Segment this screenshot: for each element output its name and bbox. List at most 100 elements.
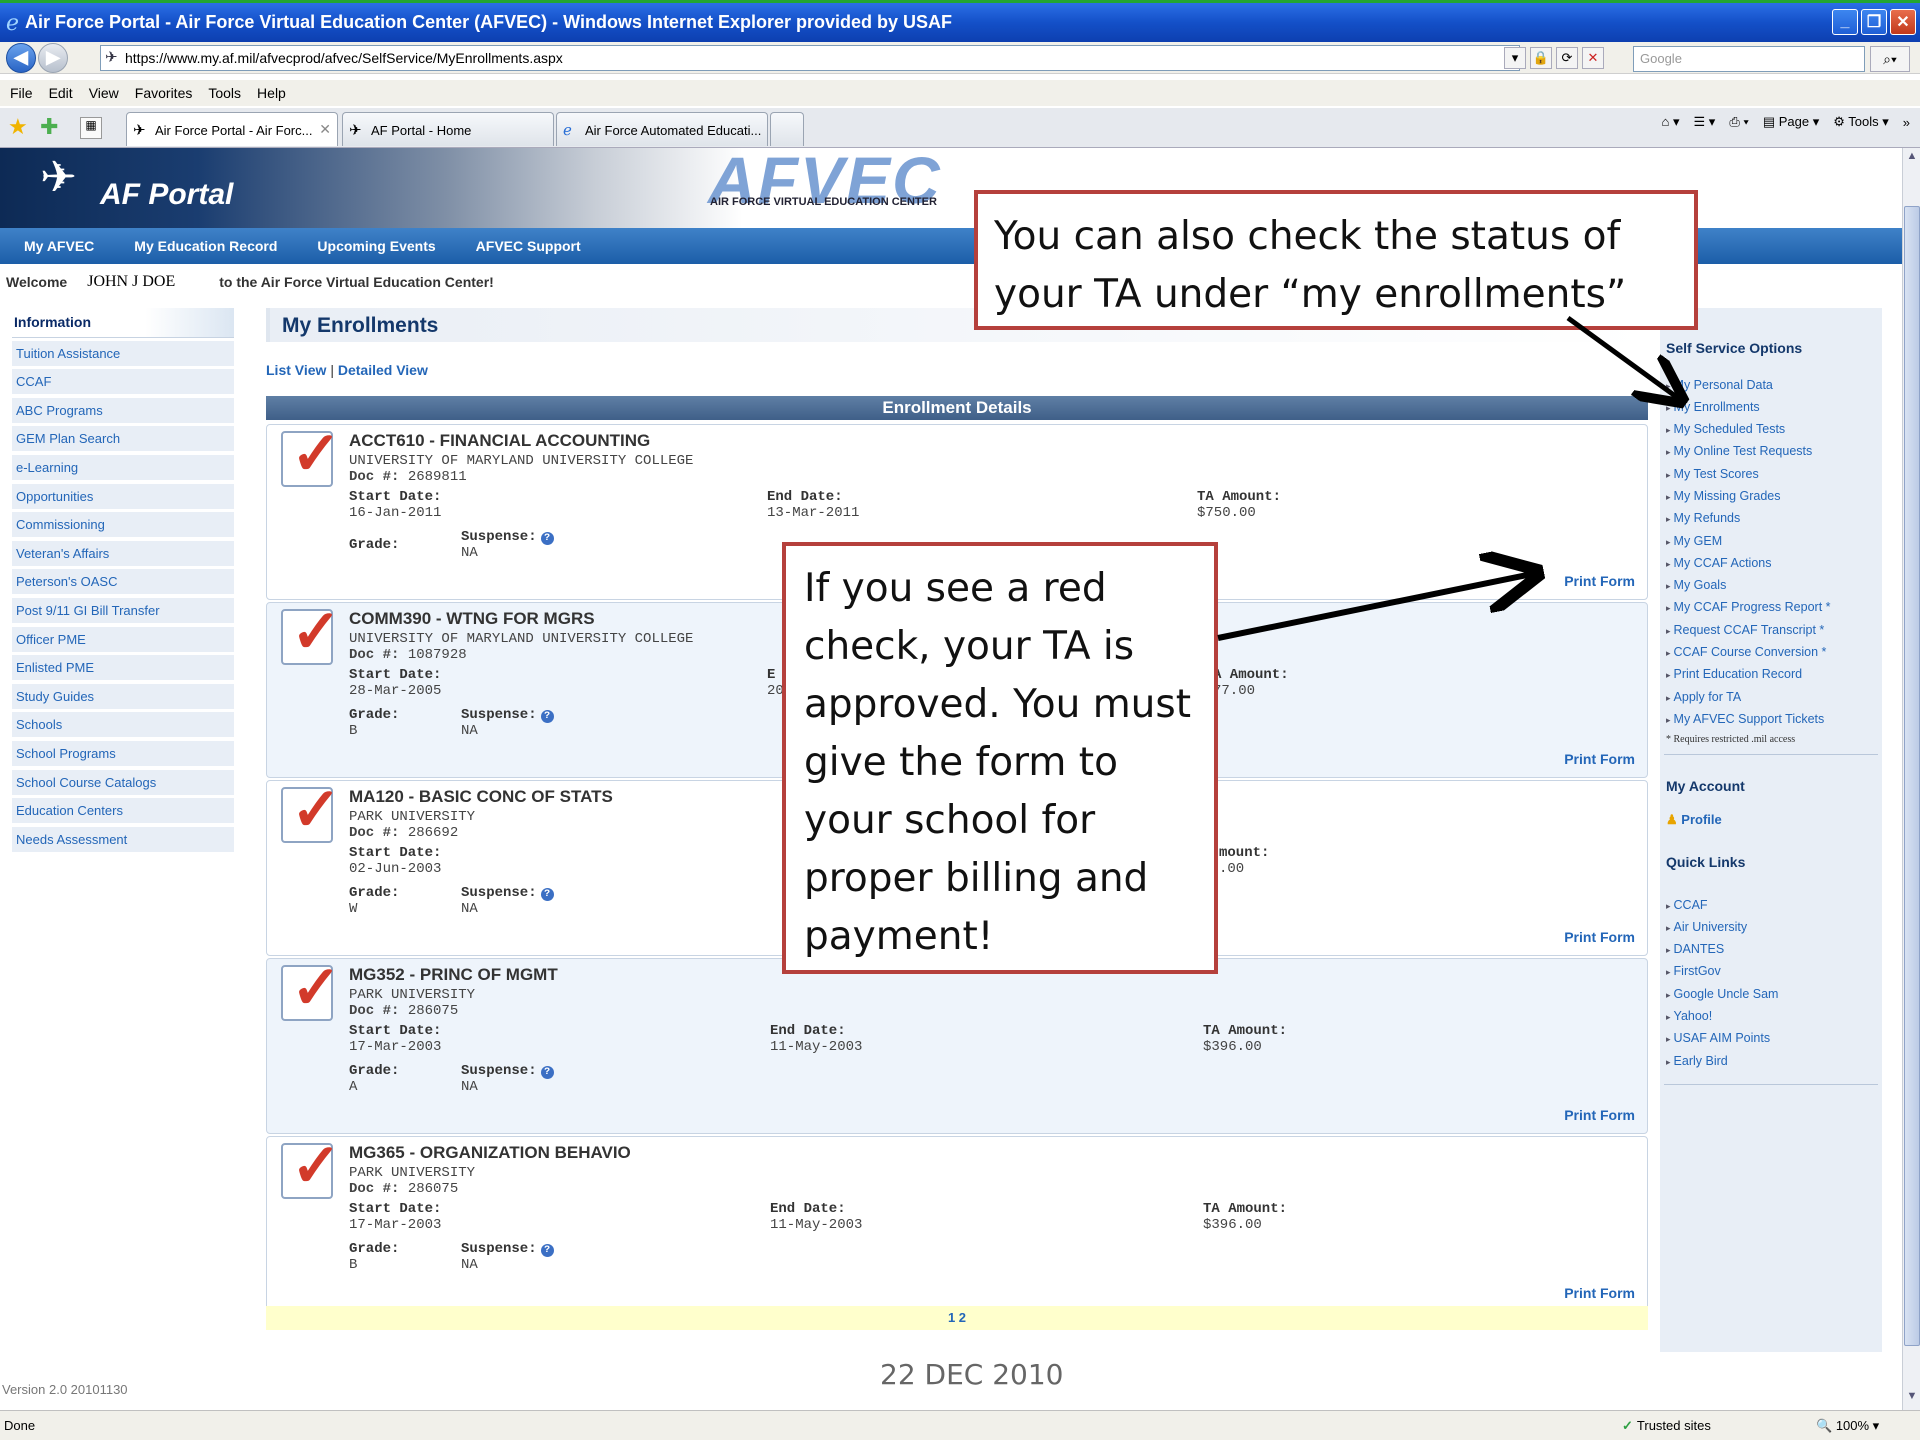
left-nav-item[interactable]: Officer PME <box>12 626 234 653</box>
left-nav-item[interactable]: ABC Programs <box>12 397 234 424</box>
doc-label: Doc #: <box>349 1181 400 1197</box>
pagination[interactable]: 1 2 <box>266 1306 1648 1330</box>
self-service-link[interactable]: Print Education Record <box>1666 667 1803 681</box>
self-service-link[interactable]: My AFVEC Support Tickets <box>1666 712 1825 726</box>
chevron-more-icon[interactable]: » <box>1903 115 1910 130</box>
left-nav-item[interactable]: Education Centers <box>12 798 234 825</box>
menu-favorites[interactable]: Favorites <box>135 85 193 101</box>
self-service-link[interactable]: My Missing Grades <box>1666 489 1781 503</box>
nav-upcoming-events[interactable]: Upcoming Events <box>317 238 435 254</box>
self-service-link[interactable]: Apply for TA <box>1666 690 1742 704</box>
scroll-thumb[interactable] <box>1904 206 1920 1346</box>
left-nav-item[interactable]: Opportunities <box>12 483 234 510</box>
zoom-level[interactable]: 🔍 100% ▾ <box>1816 1418 1879 1434</box>
scroll-down-icon[interactable]: ▼ <box>1904 1390 1920 1408</box>
help-icon[interactable]: ? <box>540 1066 554 1079</box>
home-icon[interactable]: ⌂ ▾ <box>1662 114 1680 130</box>
self-service-link[interactable]: My Enrollments <box>1666 400 1760 414</box>
quick-link[interactable]: Early Bird <box>1666 1054 1728 1068</box>
quick-link[interactable]: Google Uncle Sam <box>1666 987 1779 1001</box>
self-service-link[interactable]: My Personal Data <box>1666 378 1773 392</box>
self-service-link[interactable]: My Online Test Requests <box>1666 444 1813 458</box>
left-nav-item[interactable]: School Course Catalogs <box>12 769 234 796</box>
self-service-link[interactable]: My Goals <box>1666 578 1727 592</box>
quick-link[interactable]: Yahoo! <box>1666 1009 1713 1023</box>
quick-link[interactable]: CCAF <box>1666 898 1708 912</box>
left-nav-item[interactable]: CCAF <box>12 369 234 396</box>
quick-link[interactable]: FirstGov <box>1666 964 1721 978</box>
print-form-link[interactable]: Print Form <box>1564 751 1635 767</box>
close-tab-icon[interactable]: ✕ <box>319 121 331 138</box>
lock-icon[interactable]: 🔒 <box>1530 47 1552 69</box>
nav-my-education-record[interactable]: My Education Record <box>134 238 277 254</box>
quick-link[interactable]: USAF AIM Points <box>1666 1031 1771 1045</box>
search-input[interactable]: Google <box>1633 46 1865 72</box>
favorites-star-icon[interactable]: ★ <box>8 114 28 140</box>
detailed-view-link[interactable]: Detailed View <box>338 362 428 378</box>
left-nav-item[interactable]: Veteran's Affairs <box>12 540 234 567</box>
help-icon[interactable]: ? <box>540 1244 554 1257</box>
left-nav-item[interactable]: e-Learning <box>12 454 234 481</box>
left-nav-item[interactable]: Peterson's OASC <box>12 569 234 596</box>
tools-menu[interactable]: ⚙ Tools ▾ <box>1833 114 1889 130</box>
stop-icon[interactable]: ✕ <box>1582 47 1604 69</box>
self-service-link[interactable]: Request CCAF Transcript * <box>1666 623 1825 637</box>
left-nav-item[interactable]: Study Guides <box>12 683 234 710</box>
menu-view[interactable]: View <box>89 85 119 101</box>
print-icon[interactable]: ⎙ ▾ <box>1729 114 1748 130</box>
left-nav-item[interactable]: Enlisted PME <box>12 655 234 682</box>
help-icon[interactable]: ? <box>540 888 554 901</box>
search-icon[interactable]: ⌕▾ <box>1870 46 1910 72</box>
list-view-link[interactable]: List View <box>266 362 326 378</box>
quick-tabs-icon[interactable]: ▦ <box>80 117 102 139</box>
left-nav-item[interactable]: Tuition Assistance <box>12 340 234 367</box>
feeds-icon[interactable]: ☰ ▾ <box>1694 114 1716 130</box>
print-form-link[interactable]: Print Form <box>1564 929 1635 945</box>
print-form-link[interactable]: Print Form <box>1564 1285 1635 1301</box>
nav-afvec-support[interactable]: AFVEC Support <box>476 238 581 254</box>
help-icon[interactable]: ? <box>540 532 554 545</box>
add-favorites-icon[interactable]: ✚ <box>40 114 58 140</box>
left-nav-item[interactable]: Post 9/11 GI Bill Transfer <box>12 597 234 624</box>
profile-link[interactable]: ♟ Profile <box>1666 812 1722 828</box>
quick-link[interactable]: DANTES <box>1666 942 1725 956</box>
self-service-link[interactable]: My GEM <box>1666 534 1723 548</box>
left-nav-item[interactable]: Commissioning <box>12 512 234 539</box>
self-service-link[interactable]: My Scheduled Tests <box>1666 422 1786 436</box>
left-nav-item[interactable]: School Programs <box>12 740 234 767</box>
quick-link[interactable]: Air University <box>1666 920 1748 934</box>
af-portal-logo[interactable]: AF Portal <box>100 178 233 212</box>
close-window-button[interactable]: ✕ <box>1890 9 1916 35</box>
new-tab-button[interactable] <box>770 112 804 146</box>
menu-tools[interactable]: Tools <box>208 85 241 101</box>
self-service-link[interactable]: My Refunds <box>1666 511 1741 525</box>
menu-help[interactable]: Help <box>257 85 286 101</box>
print-form-link[interactable]: Print Form <box>1564 573 1635 589</box>
refresh-icon[interactable]: ⟳ <box>1556 47 1578 69</box>
left-nav-item[interactable]: Schools <box>12 712 234 739</box>
self-service-link[interactable]: My CCAF Actions <box>1666 556 1772 570</box>
dropdown-icon[interactable]: ▾ <box>1504 47 1526 69</box>
vertical-scrollbar[interactable]: ▲ ▼ <box>1902 148 1920 1410</box>
page-menu[interactable]: ▤ Page ▾ <box>1763 114 1819 130</box>
menu-file[interactable]: File <box>10 85 33 101</box>
tab-af-portal-home[interactable]: ✈ AF Portal - Home <box>342 112 554 146</box>
forward-button[interactable]: ▶ <box>38 42 68 73</box>
url-input[interactable]: ✈ https://www.my.af.mil/afvecprod/afvec/… <box>100 45 1520 71</box>
self-service-link[interactable]: CCAF Course Conversion * <box>1666 645 1827 659</box>
tab-afvec[interactable]: ✈ Air Force Portal - Air Forc... ✕ <box>126 112 338 146</box>
left-nav-item[interactable]: GEM Plan Search <box>12 426 234 453</box>
left-nav-item[interactable]: Needs Assessment <box>12 826 234 853</box>
menu-edit[interactable]: Edit <box>49 85 73 101</box>
self-service-link[interactable]: My CCAF Progress Report * <box>1666 600 1831 614</box>
scroll-up-icon[interactable]: ▲ <box>1904 150 1920 168</box>
nav-my-afvec[interactable]: My AFVEC <box>24 238 94 254</box>
minimize-button[interactable]: _ <box>1832 9 1858 35</box>
tab-afaems[interactable]: ℯ Air Force Automated Educati... <box>556 112 768 146</box>
self-service-link[interactable]: My Test Scores <box>1666 467 1759 481</box>
air-force-logo-icon[interactable]: ✈ <box>40 152 77 203</box>
back-button[interactable]: ◀ <box>6 42 36 73</box>
restore-button[interactable]: ❐ <box>1861 9 1887 35</box>
help-icon[interactable]: ? <box>540 710 554 723</box>
print-form-link[interactable]: Print Form <box>1564 1107 1635 1123</box>
